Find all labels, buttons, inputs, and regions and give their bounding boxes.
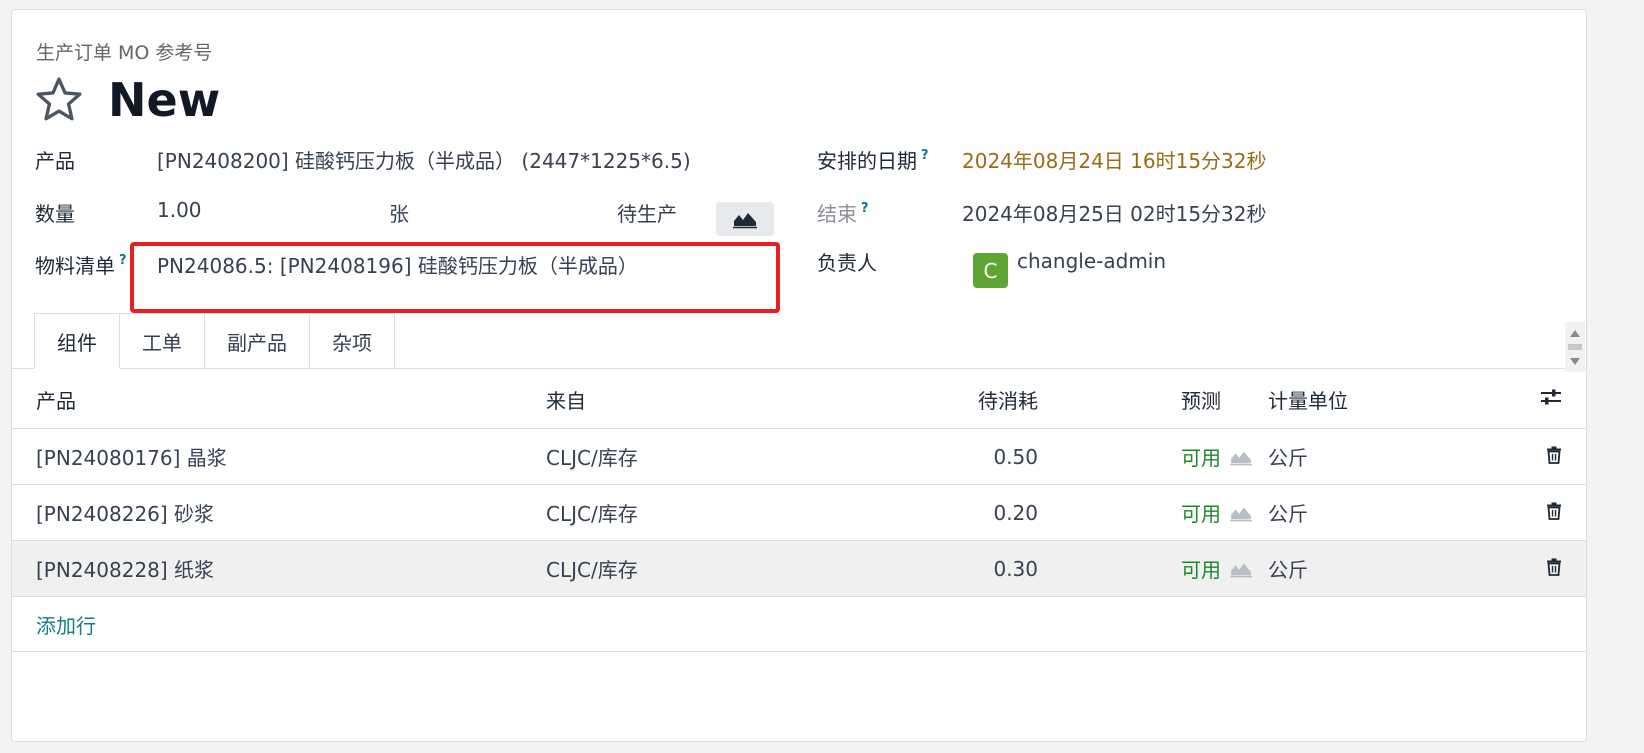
table-row[interactable]: [PN2408228] 纸浆 CLJC/库存 0.30 可用 公斤	[12, 540, 1586, 597]
scheduled-date-label: 安排的日期?	[817, 145, 929, 174]
area-chart-icon	[733, 213, 757, 229]
tab-components[interactable]: 组件	[34, 313, 120, 369]
components-table: 产品 来自 待消耗 预测 计量单位 [PN24080176] 晶浆 CLJC/库…	[12, 370, 1586, 652]
reference-label: 生产订单 MO 参考号	[36, 42, 213, 64]
forecast-chart-icon[interactable]	[1229, 504, 1253, 522]
row-uom[interactable]: 公斤	[1267, 540, 1519, 597]
scroll-thumb[interactable]	[1568, 344, 1582, 350]
tab-by-products[interactable]: 副产品	[205, 313, 310, 369]
row-qty[interactable]: 0.50	[847, 428, 1038, 485]
end-date-label-text: 结束	[817, 202, 857, 226]
scheduled-help-icon[interactable]: ?	[921, 148, 929, 163]
add-line-row: 添加行	[12, 596, 1586, 652]
scheduled-date-field[interactable]: 2024年08月24日 16时15分32秒	[962, 145, 1267, 174]
row-uom[interactable]: 公斤	[1267, 484, 1519, 541]
trash-icon[interactable]	[1546, 558, 1562, 576]
avatar: C	[973, 253, 1008, 288]
responsible-field[interactable]: changle-admin	[1017, 249, 1166, 273]
row-product[interactable]: [PN24080176] 晶浆	[12, 428, 545, 485]
row-uom[interactable]: 公斤	[1267, 428, 1519, 485]
scroll-down-arrow[interactable]	[1570, 358, 1580, 365]
trash-icon[interactable]	[1546, 502, 1562, 520]
forecast-report-button[interactable]	[716, 202, 774, 236]
column-settings-icon[interactable]	[1540, 387, 1562, 407]
form-sheet: 生产订单 MO 参考号 New 产品 [PN2408200] 硅酸钙压力板（半成…	[11, 9, 1587, 742]
row-from[interactable]: CLJC/库存	[545, 428, 847, 485]
table-header-row: 产品 来自 待消耗 预测 计量单位	[12, 370, 1586, 429]
uom-field[interactable]: 张	[389, 198, 409, 227]
scheduled-date-label-text: 安排的日期	[817, 149, 917, 173]
column-header-to-consume[interactable]: 待消耗	[847, 370, 1038, 429]
add-line-link[interactable]: 添加行	[36, 614, 96, 638]
end-help-icon[interactable]: ?	[861, 201, 869, 216]
column-header-product[interactable]: 产品	[12, 370, 545, 429]
notebook-tabs: 组件 工单 副产品 杂项	[34, 313, 395, 369]
row-product[interactable]: [PN2408228] 纸浆	[12, 540, 545, 597]
row-qty[interactable]: 0.30	[847, 540, 1038, 597]
quantity-field[interactable]: 1.00	[157, 198, 202, 222]
star-icon[interactable]	[34, 75, 84, 125]
bom-help-icon[interactable]: ?	[119, 253, 127, 268]
title-row: New	[34, 70, 220, 130]
table-row[interactable]: [PN2408226] 砂浆 CLJC/库存 0.20 可用 公斤	[12, 484, 1586, 541]
row-forecast-status[interactable]: 可用	[1181, 554, 1221, 583]
row-from[interactable]: CLJC/库存	[545, 540, 847, 597]
bom-label-text: 物料清单	[35, 254, 115, 278]
product-label: 产品	[35, 149, 75, 173]
row-qty[interactable]: 0.20	[847, 484, 1038, 541]
column-header-from[interactable]: 来自	[545, 370, 847, 429]
end-date-label: 结束?	[817, 198, 869, 227]
row-product[interactable]: [PN2408226] 砂浆	[12, 484, 545, 541]
end-date-field[interactable]: 2024年08月25日 02时15分32秒	[962, 198, 1267, 227]
row-forecast-status[interactable]: 可用	[1181, 498, 1221, 527]
trash-icon[interactable]	[1546, 446, 1562, 464]
bom-label: 物料清单?	[35, 250, 127, 279]
status-text: 待生产	[617, 202, 677, 226]
column-header-forecast[interactable]: 预测	[1180, 370, 1267, 429]
quantity-label: 数量	[35, 202, 75, 226]
forecast-chart-icon[interactable]	[1229, 448, 1253, 466]
product-field[interactable]: [PN2408200] 硅酸钙压力板（半成品） (2447*1225*6.5)	[157, 145, 691, 174]
tab-misc[interactable]: 杂项	[310, 313, 395, 369]
table-row[interactable]: [PN24080176] 晶浆 CLJC/库存 0.50 可用 公斤	[12, 428, 1586, 485]
scroll-up-arrow[interactable]	[1570, 330, 1580, 337]
scrollbar[interactable]	[1565, 322, 1585, 372]
column-header-uom[interactable]: 计量单位	[1267, 370, 1519, 429]
responsible-label: 负责人	[817, 251, 877, 275]
highlight-box	[130, 242, 780, 313]
forecast-chart-icon[interactable]	[1229, 560, 1253, 578]
row-from[interactable]: CLJC/库存	[545, 484, 847, 541]
tab-work-orders[interactable]: 工单	[120, 313, 205, 369]
row-forecast-status[interactable]: 可用	[1181, 442, 1221, 471]
page-title: New	[108, 73, 221, 127]
